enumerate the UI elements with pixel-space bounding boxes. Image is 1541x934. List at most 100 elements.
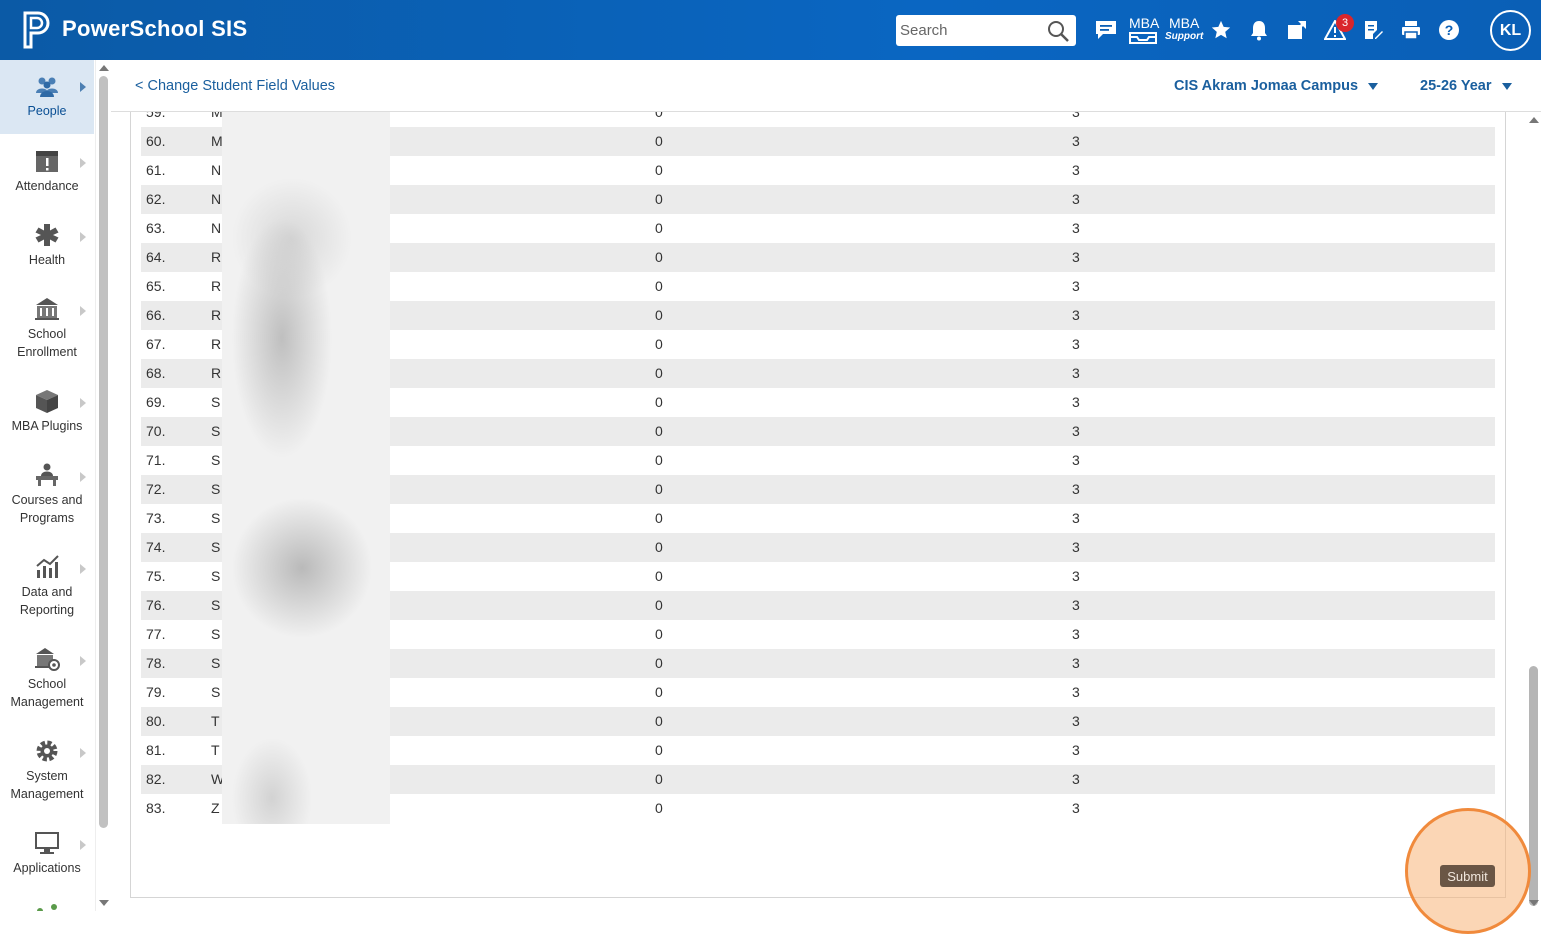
student-name: R [211, 307, 222, 323]
value-column-2: 3 [1072, 191, 1080, 207]
expand-arrow-icon [80, 82, 86, 92]
value-column-1: 0 [655, 539, 663, 555]
student-name: S [211, 684, 221, 700]
messages-icon[interactable] [1091, 14, 1121, 46]
school-enrollment-icon [35, 298, 59, 320]
value-column-2: 3 [1072, 481, 1080, 497]
sidebar-item-people[interactable]: People [0, 60, 94, 134]
mba-plugins-icon [36, 390, 58, 413]
row-number: 73. [146, 510, 166, 526]
chevron-down-icon [1368, 82, 1379, 90]
mba-support-button[interactable]: MBA Support [1165, 16, 1204, 43]
student-name: M [211, 133, 223, 149]
back-link-change-student-field-values[interactable]: < Change Student Field Values [135, 78, 335, 94]
student-name: R [211, 249, 222, 265]
sidebar-item-school-enrollment[interactable]: School Enrollment [0, 296, 94, 361]
value-column-2: 3 [1072, 112, 1080, 120]
scroll-up-arrow-icon[interactable] [1529, 117, 1539, 123]
search-input[interactable] [896, 15, 1044, 46]
row-number: 78. [146, 655, 166, 671]
school-selector-label: CIS Akram Jomaa Campus [1174, 78, 1359, 94]
value-column-2: 3 [1072, 423, 1080, 439]
row-number: 81. [146, 742, 166, 758]
sidebar-item-label: Attendance [15, 179, 79, 193]
scroll-down-arrow-icon[interactable] [99, 900, 109, 906]
scroll-down-arrow-icon[interactable] [1529, 900, 1539, 906]
search-icon[interactable] [1046, 19, 1070, 43]
value-column-1: 0 [655, 191, 663, 207]
value-column-2: 3 [1072, 655, 1080, 671]
app-brand[interactable]: PowerSchool SIS [62, 16, 247, 42]
student-name: S [211, 481, 221, 497]
student-name: S [211, 539, 221, 555]
value-column-2: 3 [1072, 539, 1080, 555]
student-name: S [211, 452, 221, 468]
sidebar-scroll-thumb[interactable] [99, 76, 108, 828]
expand-arrow-icon [80, 564, 86, 574]
value-column-1: 0 [655, 365, 663, 381]
term-selector[interactable]: 25-26 Year [1420, 78, 1512, 94]
sidebar-scrollbar[interactable] [95, 60, 110, 911]
school-selector[interactable]: CIS Akram Jomaa Campus [1174, 78, 1379, 94]
sidebar-item-mba-plugins[interactable]: MBA Plugins [0, 388, 94, 435]
print-icon[interactable] [1396, 14, 1426, 46]
sidebar-item-system-management[interactable]: System Management [0, 738, 94, 803]
user-avatar[interactable]: KL [1490, 10, 1531, 51]
student-name: S [211, 510, 221, 526]
search-box[interactable] [896, 15, 1076, 46]
value-column-1: 0 [655, 278, 663, 294]
people-icon [36, 77, 58, 97]
main-scrollbar[interactable] [1526, 112, 1541, 911]
student-name: Z [211, 800, 220, 816]
value-column-1: 0 [655, 112, 663, 120]
row-number: 62. [146, 191, 166, 207]
value-column-1: 0 [655, 423, 663, 439]
row-number: 65. [146, 278, 166, 294]
value-column-2: 3 [1072, 336, 1080, 352]
student-name: M [211, 112, 223, 120]
sidebar-item-health[interactable]: Health [0, 222, 94, 269]
scroll-up-arrow-icon[interactable] [99, 65, 109, 71]
sidebar-item-label: People [27, 104, 67, 118]
sidebar-item-label: School Management [10, 677, 84, 709]
sidebar-item-label: Data and Reporting [19, 585, 75, 617]
notifications-bell-icon[interactable] [1244, 14, 1274, 46]
sidebar-item-data-and-reporting[interactable]: Data and Reporting [0, 554, 94, 619]
mba-button[interactable]: MBA [1129, 16, 1159, 44]
row-number: 82. [146, 771, 166, 787]
value-column-1: 0 [655, 394, 663, 410]
student-name: S [211, 655, 221, 671]
student-name: T [211, 742, 220, 758]
value-column-2: 3 [1072, 220, 1080, 236]
checklist-edit-icon[interactable] [1358, 14, 1388, 46]
student-name: R [211, 365, 222, 381]
powerschool-logo-icon[interactable] [22, 11, 52, 49]
help-icon[interactable]: ? [1434, 14, 1464, 46]
sidebar-item-attendance[interactable]: Attendance [0, 148, 94, 195]
submit-button[interactable]: Submit [1440, 865, 1495, 887]
page-subheader: < Change Student Field Values CIS Akram … [111, 60, 1541, 112]
student-name: N [211, 220, 222, 236]
sidebar-item-applications[interactable]: Applications [0, 830, 94, 877]
value-column-2: 3 [1072, 394, 1080, 410]
value-column-1: 0 [655, 162, 663, 178]
expand-arrow-icon [80, 472, 86, 482]
row-number: 70. [146, 423, 166, 439]
value-column-2: 3 [1072, 510, 1080, 526]
expand-arrow-icon [80, 158, 86, 168]
row-number: 79. [146, 684, 166, 700]
value-column-2: 3 [1072, 626, 1080, 642]
value-column-2: 3 [1072, 278, 1080, 294]
value-column-1: 0 [655, 713, 663, 729]
external-link-icon[interactable] [1282, 14, 1312, 46]
value-column-2: 3 [1072, 684, 1080, 700]
favorites-star-icon[interactable] [1206, 14, 1236, 46]
sidebar-item-school-management[interactable]: School Management [0, 646, 94, 711]
student-name: S [211, 597, 221, 613]
sidebar-item-courses-and-programs[interactable]: Courses and Programs [0, 462, 94, 527]
chevron-down-icon [1501, 82, 1512, 90]
value-column-1: 0 [655, 597, 663, 613]
row-number: 69. [146, 394, 166, 410]
mba-support-sublabel: Support [1165, 31, 1204, 42]
student-name: N [211, 162, 222, 178]
